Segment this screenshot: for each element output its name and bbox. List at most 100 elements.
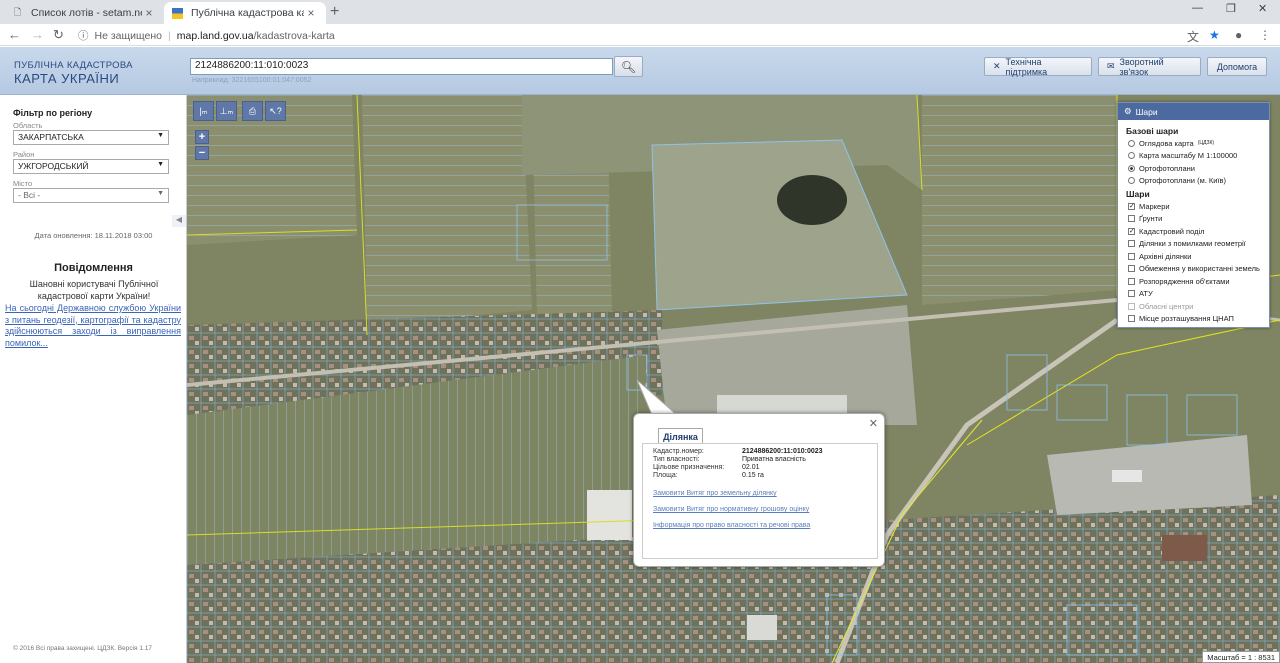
back-icon[interactable]: ← bbox=[8, 27, 21, 42]
measure-area-icon[interactable]: ⊥ₘ bbox=[216, 101, 237, 121]
info-value: 02.01 bbox=[742, 464, 760, 471]
overlay-option[interactable]: ✓ Кадастровий поділ bbox=[1128, 226, 1269, 237]
gear-icon: ⚙ bbox=[1124, 106, 1132, 116]
overlay-option[interactable]: Ґрунти bbox=[1128, 214, 1269, 225]
account-icon[interactable]: ● bbox=[1235, 28, 1242, 42]
radio-selected[interactable] bbox=[1128, 164, 1135, 172]
identify-cursor-icon[interactable]: ↖? bbox=[265, 101, 286, 121]
search-button[interactable]: 🔍︎ bbox=[614, 56, 643, 77]
base-layer-option[interactable]: Карта масштабу М 1:100000 bbox=[1128, 151, 1269, 162]
checkbox-checked[interactable]: ✓ bbox=[1128, 202, 1135, 210]
map-scale: Масштаб = 1 : 8531 bbox=[1202, 651, 1280, 663]
info-row: Площа: 0.15 га bbox=[653, 472, 764, 479]
checkbox[interactable] bbox=[1128, 240, 1135, 248]
layer-label: Місце розташування ЦНАП bbox=[1139, 314, 1234, 324]
order-valuation-link[interactable]: Замовити Витяг про нормативну грошову оц… bbox=[653, 506, 809, 513]
overlay-layers-title: Шари bbox=[1126, 189, 1150, 199]
support-label: Технічна підтримка bbox=[1005, 56, 1048, 77]
new-tab-button[interactable]: + bbox=[330, 3, 339, 21]
layer-sup: (ЦДЗК) bbox=[1197, 140, 1215, 147]
print-icon[interactable]: ⎙ bbox=[242, 101, 263, 121]
checkbox-disabled bbox=[1128, 302, 1135, 310]
overlay-option[interactable]: Ділянки з помилками геометрії bbox=[1128, 239, 1269, 250]
feedback-button[interactable]: ✉ Зворотний зв'язок bbox=[1098, 56, 1201, 77]
city-value: - Всі - bbox=[18, 190, 41, 200]
parcel-info: Кадастр.номер: 2124886200:11:010:0023 Тип… bbox=[642, 443, 878, 559]
tab-parcel[interactable]: Ділянка bbox=[658, 428, 703, 444]
map-viewport[interactable]: |ₘ ⊥ₘ ⎙ ↖? + − ⚙ Шари Базові шари Оглядов… bbox=[187, 95, 1280, 663]
help-button[interactable]: Допомога bbox=[1207, 57, 1267, 76]
layer-label: Обласні центри bbox=[1139, 301, 1194, 311]
overlay-option[interactable]: АТУ bbox=[1128, 289, 1269, 300]
checkbox[interactable] bbox=[1128, 315, 1135, 323]
info-key: Площа: bbox=[653, 472, 678, 479]
radio[interactable] bbox=[1128, 177, 1135, 185]
tools-icon: ✕ bbox=[993, 61, 1001, 71]
checkbox-checked[interactable]: ✓ bbox=[1128, 227, 1135, 235]
radio[interactable] bbox=[1128, 139, 1135, 147]
close-icon[interactable]: ✕ bbox=[869, 417, 878, 430]
base-layer-option[interactable]: Оглядова карта (ЦДЗК) bbox=[1128, 138, 1269, 149]
district-value: УЖГОРОДСЬКИЙ bbox=[18, 161, 89, 171]
checkbox[interactable] bbox=[1128, 290, 1135, 298]
overlay-option[interactable]: Архівні ділянки bbox=[1128, 251, 1269, 262]
close-window-icon[interactable]: ✕ bbox=[1258, 2, 1267, 15]
checkbox[interactable] bbox=[1128, 252, 1135, 260]
zoom-in-button[interactable]: + bbox=[195, 130, 209, 144]
reload-icon[interactable]: ↻ bbox=[53, 27, 64, 43]
menu-icon[interactable]: ⋮ bbox=[1259, 28, 1271, 42]
info-key: Тип власності: bbox=[653, 456, 700, 463]
message-link[interactable]: На сьогодні Державною службою України з … bbox=[5, 303, 181, 349]
copyright: © 2016 Всі права захищені. ЦДЗК. Версія … bbox=[13, 645, 153, 652]
info-value: 0.15 га bbox=[742, 472, 764, 479]
layer-label: Кадастровий поділ bbox=[1139, 226, 1205, 236]
minimize-icon[interactable]: — bbox=[1192, 2, 1203, 14]
bookmark-star-icon[interactable]: ★ bbox=[1209, 28, 1220, 42]
overlay-option[interactable]: Обмеження у використанні земель bbox=[1128, 264, 1269, 275]
checkbox[interactable] bbox=[1128, 215, 1135, 223]
layer-label: Ділянки з помилками геометрії bbox=[1139, 239, 1246, 249]
feedback-label: Зворотний зв'язок bbox=[1119, 56, 1164, 77]
support-button[interactable]: ✕ Технічна підтримка bbox=[984, 56, 1092, 77]
overlay-option-disabled: Обласні центри bbox=[1128, 301, 1269, 312]
site-header: ПУБЛІЧНА КАДАСТРОВА КАРТА УКРАЇНИ 212488… bbox=[0, 47, 1280, 95]
city-select[interactable]: - Всі - ▼ bbox=[13, 188, 169, 203]
checkbox[interactable] bbox=[1128, 277, 1135, 285]
base-layer-option[interactable]: Ортофотоплани (м. Київ) bbox=[1128, 176, 1269, 187]
ukraine-emblem-icon bbox=[172, 7, 183, 19]
layers-header[interactable]: ⚙ Шари bbox=[1118, 103, 1269, 120]
collapse-sidebar-button[interactable]: ◀ bbox=[172, 215, 186, 227]
help-label: Допомога bbox=[1216, 61, 1258, 72]
url-field[interactable]: ⓘ Не защищено | map.land.gov.ua/kadastro… bbox=[78, 28, 335, 43]
close-tab-icon[interactable]: × bbox=[142, 6, 156, 20]
mail-icon: ✉ bbox=[1107, 61, 1115, 71]
district-select[interactable]: УЖГОРОДСЬКИЙ ▼ bbox=[13, 159, 169, 174]
region-select[interactable]: ЗАКАРПАТСЬКА ▼ bbox=[13, 130, 169, 145]
info-icon[interactable]: ⓘ bbox=[78, 28, 89, 43]
tab-title: Публічна кадастрова карта Укра bbox=[191, 7, 304, 19]
tab-title: Список лотів - setam.net.ua bbox=[31, 7, 142, 19]
layer-label: Розпорядження об'єктами bbox=[1139, 276, 1230, 286]
address-bar: ← → ↻ ⓘ Не защищено | map.land.gov.ua/ka… bbox=[0, 24, 1280, 46]
tab-kadastr[interactable]: Публічна кадастрова карта Укра × bbox=[164, 2, 326, 24]
checkbox[interactable] bbox=[1128, 265, 1135, 273]
measure-distance-icon[interactable]: |ₘ bbox=[193, 101, 214, 121]
overlay-option[interactable]: Розпорядження об'єктами bbox=[1128, 276, 1269, 287]
forward-icon[interactable]: → bbox=[31, 27, 44, 42]
close-tab-icon[interactable]: × bbox=[304, 6, 318, 20]
message-title: Повідомлення bbox=[54, 262, 133, 274]
overlay-option[interactable]: Місце розташування ЦНАП bbox=[1128, 314, 1269, 325]
zoom-out-button[interactable]: − bbox=[195, 146, 209, 160]
layer-label: Ортофотоплани bbox=[1139, 163, 1196, 173]
tab-setam[interactable]: 🗋 Список лотів - setam.net.ua × bbox=[4, 2, 164, 24]
order-extract-link[interactable]: Замовити Витяг про земельну ділянку bbox=[653, 490, 777, 497]
radio[interactable] bbox=[1128, 152, 1135, 160]
district-label: Район bbox=[13, 150, 35, 159]
info-key: Цільове призначення: bbox=[653, 464, 725, 471]
base-layer-option[interactable]: Ортофотоплани bbox=[1128, 163, 1269, 174]
maximize-icon[interactable]: ❐ bbox=[1226, 2, 1236, 15]
overlay-option[interactable]: ✓ Маркери bbox=[1128, 201, 1269, 212]
ownership-info-link[interactable]: Інформація про право власності та речові… bbox=[653, 522, 810, 529]
translate-icon[interactable]: 文 bbox=[1187, 28, 1199, 45]
cadastral-search-input[interactable]: 2124886200:11:010:0023 bbox=[190, 58, 613, 75]
